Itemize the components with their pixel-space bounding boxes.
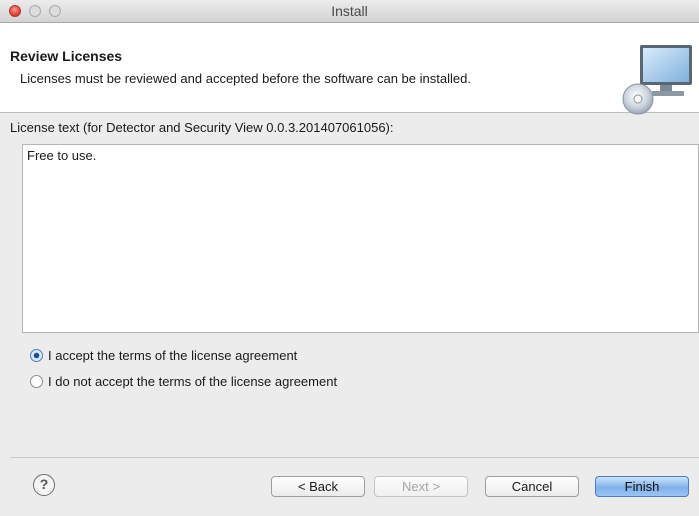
accept-radio-label[interactable]: I accept the terms of the license agreem… — [48, 348, 297, 363]
license-text-label: License text (for Detector and Security … — [10, 120, 394, 135]
license-text-area[interactable]: Free to use. — [22, 144, 699, 333]
page-title: Review Licenses — [10, 48, 123, 64]
accept-license-option[interactable]: I accept the terms of the license agreem… — [30, 346, 297, 364]
title-bar: Install — [0, 0, 699, 23]
window-title: Install — [331, 3, 368, 19]
decline-radio[interactable] — [30, 374, 43, 388]
wizard-header: Review Licenses Licenses must be reviewe… — [0, 23, 699, 115]
license-text-content: Free to use. — [27, 148, 97, 163]
page-description: Licenses must be reviewed and accepted b… — [20, 71, 471, 86]
decline-radio-label[interactable]: I do not accept the terms of the license… — [48, 374, 337, 389]
cancel-button[interactable]: Cancel — [485, 476, 579, 497]
decline-license-option[interactable]: I do not accept the terms of the license… — [30, 372, 337, 390]
accept-radio[interactable] — [30, 348, 43, 362]
finish-button[interactable]: Finish — [595, 476, 689, 497]
next-button[interactable]: Next > — [374, 476, 468, 497]
help-icon[interactable]: ? — [33, 474, 55, 496]
button-bar-divider — [10, 457, 699, 458]
install-window: Install Review Licenses Licenses must be… — [0, 0, 699, 516]
install-disc-monitor-icon — [622, 45, 692, 115]
back-button[interactable]: < Back — [271, 476, 365, 497]
